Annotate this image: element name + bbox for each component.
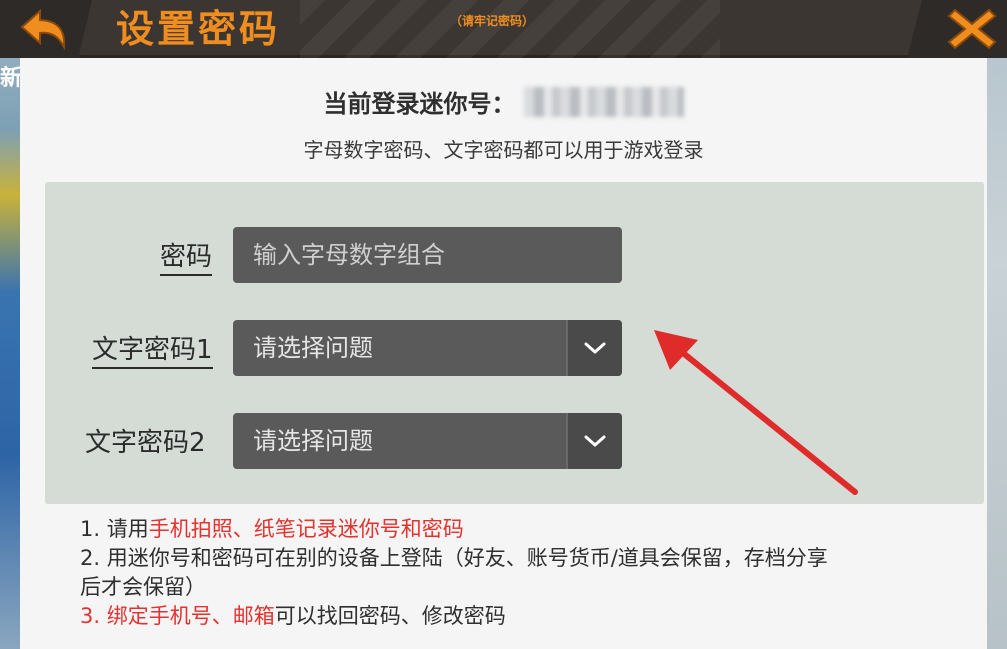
- note-1: 1. 请用手机拍照、纸笔记录迷你号和密码: [80, 517, 464, 541]
- login-info-text: 字母数字密码、文字密码都可以用于游戏登录: [303, 138, 704, 162]
- dialog-subtitle: （请牢记密码）: [450, 14, 535, 28]
- back-button[interactable]: [0, 0, 92, 58]
- note-2-line-2: 后才会保留）: [80, 575, 206, 599]
- chevron-down-icon: [584, 435, 606, 447]
- text-password-2-label: 文字密码2: [85, 428, 206, 458]
- annotation-arrow: [654, 330, 858, 495]
- password-input[interactable]: 输入字母数字组合: [233, 227, 622, 283]
- dialog-header: 设置密码 （请牢记密码）: [0, 0, 1007, 58]
- password-notes: 1. 请用手机拍照、纸笔记录迷你号和密码 2. 用迷你号和密码可在别的设备上登陆…: [80, 515, 960, 631]
- password-label: 密码: [160, 236, 213, 276]
- dropdown-toggle-1[interactable]: [566, 320, 622, 376]
- header-decoration: [300, 0, 720, 58]
- note-3: 3. 绑定手机号、邮箱可以找回密码、修改密码: [80, 604, 506, 628]
- note-2-line-1: 2. 用迷你号和密码可在别的设备上登陆（好友、账号货币/道具会保留，存档分享: [80, 546, 828, 570]
- dialog-title: 设置密码: [116, 7, 281, 51]
- dropdown-toggle-2[interactable]: [566, 413, 622, 469]
- text-password-2-select[interactable]: 请选择问题: [233, 413, 622, 469]
- current-account-label: 当前登录迷你号：: [323, 90, 516, 118]
- close-icon: [947, 8, 997, 50]
- text-password-1-value: 请选择问题: [253, 334, 373, 362]
- masked-account-id: [523, 86, 684, 117]
- chevron-down-icon: [584, 342, 606, 354]
- close-button[interactable]: [907, 0, 1007, 58]
- text-password-2-value: 请选择问题: [253, 427, 373, 455]
- text-password-1-select[interactable]: 请选择问题: [233, 320, 622, 376]
- back-arrow-icon: [20, 8, 66, 51]
- current-account-line: 当前登录迷你号：: [0, 84, 1007, 119]
- text-password-1-label: 文字密码1: [92, 329, 213, 369]
